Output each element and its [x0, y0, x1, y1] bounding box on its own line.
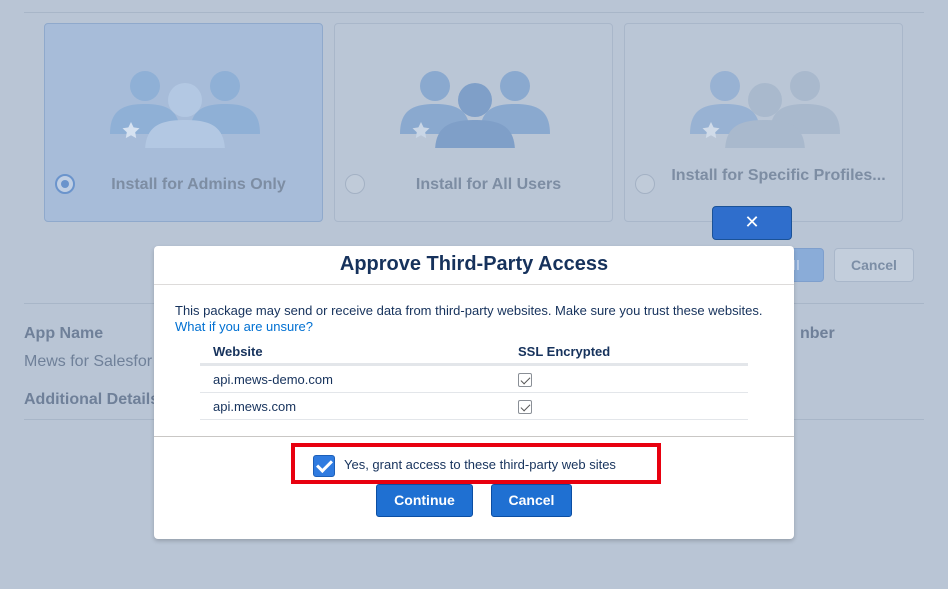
- modal-title: Approve Third-Party Access: [339, 253, 609, 275]
- install-option-label: Install for Specific Profiles...: [671, 167, 886, 184]
- top-divider: [24, 12, 924, 13]
- install-option-label: Install for All Users: [415, 176, 562, 193]
- radio-specific-profiles[interactable]: [635, 174, 655, 194]
- table-row: api.mews-demo.com: [200, 364, 748, 393]
- app-name-label: App Name: [24, 325, 104, 342]
- modal-cancel-button[interactable]: Cancel: [491, 484, 572, 517]
- grant-access-label[interactable]: Yes, grant access to these third-party w…: [344, 457, 616, 472]
- install-option-specific-profiles[interactable]: Install for Specific Profiles...: [624, 23, 903, 222]
- modal-message: This package may send or receive data fr…: [175, 303, 773, 335]
- users-icon: [690, 71, 840, 148]
- website-cell: api.mews-demo.com: [200, 364, 505, 393]
- app-name-value: Mews for Salesfor: [24, 353, 153, 370]
- modal-header: Approve Third-Party Access: [154, 246, 794, 285]
- table-row: api.mews.com: [200, 392, 748, 420]
- website-cell: api.mews.com: [200, 392, 505, 420]
- grant-access-checkbox[interactable]: [313, 455, 335, 477]
- close-icon: ✕: [744, 212, 760, 232]
- install-option-admins[interactable]: Install for Admins Only: [44, 23, 323, 222]
- ssl-cell: [505, 364, 748, 393]
- background-cancel-button[interactable]: Cancel: [834, 248, 914, 282]
- users-icon: [110, 71, 260, 148]
- ssl-checked-icon: [518, 399, 532, 414]
- install-option-all-users[interactable]: Install for All Users: [334, 23, 613, 222]
- radio-all-users[interactable]: [345, 174, 365, 194]
- version-number-label: nber: [800, 325, 835, 342]
- radio-admins[interactable]: [55, 174, 75, 194]
- table-header-row: Website SSL Encrypted: [200, 339, 748, 366]
- help-link[interactable]: What if you are unsure?: [175, 319, 313, 334]
- third-party-sites-table: Website SSL Encrypted api.mews-demo.com …: [200, 339, 748, 420]
- column-header-website: Website: [200, 339, 505, 366]
- modal-footer-divider: [154, 436, 794, 437]
- continue-button[interactable]: Continue: [376, 484, 473, 517]
- column-header-ssl: SSL Encrypted: [505, 339, 748, 366]
- additional-details-label: Additional Details: [24, 391, 160, 408]
- ssl-checked-icon: [518, 372, 532, 387]
- install-option-label: Install for Admins Only: [111, 176, 286, 193]
- third-party-access-modal: Approve Third-Party Access This package …: [154, 246, 794, 539]
- modal-close-button[interactable]: ✕: [712, 206, 792, 240]
- modal-message-text: This package may send or receive data fr…: [175, 303, 763, 318]
- ssl-cell: [505, 392, 748, 420]
- users-icon: [400, 71, 550, 148]
